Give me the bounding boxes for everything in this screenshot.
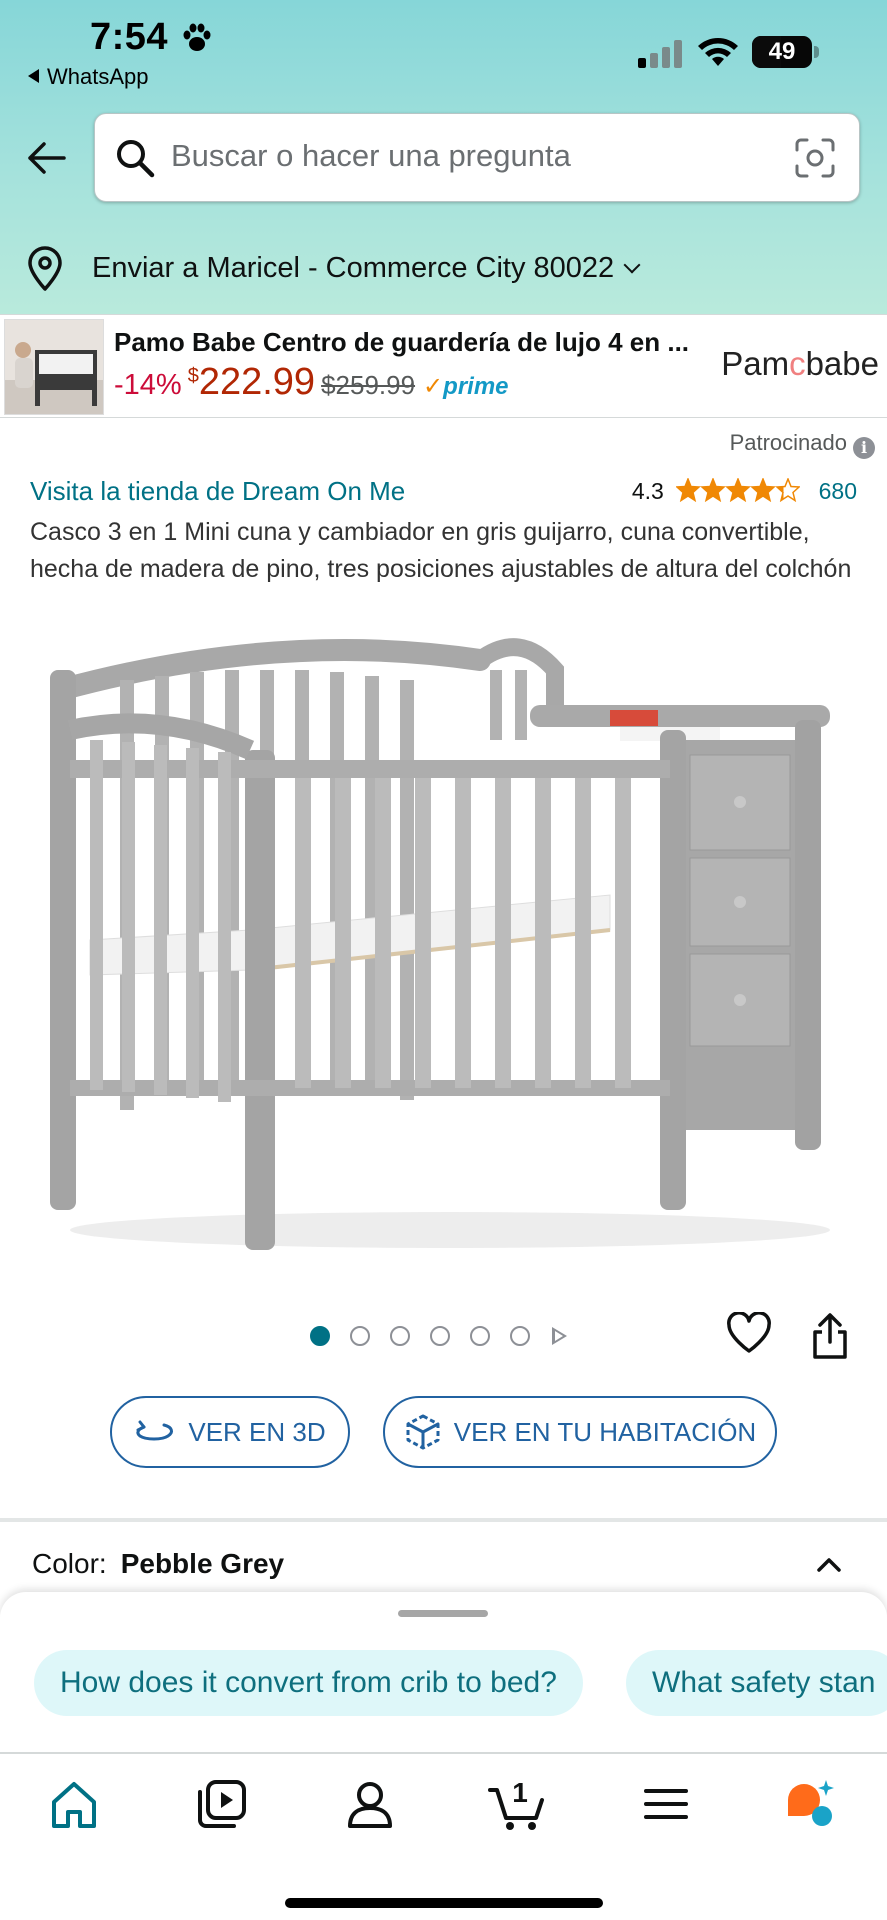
suggestion-chip[interactable]: How does it convert from crib to bed? [34, 1650, 583, 1716]
color-selector[interactable]: Color: Pebble Grey [32, 1548, 284, 1580]
signal-icon [638, 40, 682, 68]
back-app-label: WhatsApp [47, 64, 149, 89]
pagination-dot[interactable] [310, 1326, 330, 1346]
color-label: Color: [32, 1548, 107, 1579]
heart-icon[interactable] [726, 1312, 772, 1354]
status-bar: 7:54 WhatsApp 49 [0, 0, 887, 100]
bottom-tab-bar: 1 [0, 1752, 887, 1920]
ad-price: 222.99 [198, 361, 316, 403]
ad-product-illustration [5, 320, 103, 414]
ad-price-line: -14% $222.99 $259.99 ✓prime [114, 361, 509, 404]
account-icon[interactable] [342, 1776, 398, 1832]
home-icon[interactable] [46, 1776, 102, 1832]
battery-body: 49 [752, 36, 812, 68]
menu-icon[interactable] [638, 1776, 694, 1832]
sponsored-ad-banner[interactable]: Pamo Babe Centro de guardería de lujo 4 … [0, 314, 887, 418]
sponsored-label[interactable]: Patrocinado i [730, 430, 875, 459]
view-in-room-label: VER EN TU HABITACIÓN [453, 1416, 757, 1447]
delivery-text: Enviar a Maricel - Commerce City 80022 [92, 252, 615, 284]
prime-label: prime [443, 373, 509, 400]
wifi-icon [698, 38, 738, 66]
view-3d-label: VER EN 3D [188, 1416, 326, 1447]
search-icon [117, 140, 155, 178]
cart-count: 1 [512, 1777, 528, 1808]
battery-tip [814, 46, 819, 58]
ar-cube-icon [406, 1414, 440, 1450]
back-arrow-icon[interactable] [24, 136, 68, 180]
chevron-up-icon[interactable] [816, 1552, 842, 1578]
suggestion-chip[interactable]: What safety stan [626, 1650, 887, 1716]
prime-check-icon: ✓ [423, 373, 444, 400]
video-icon[interactable] [194, 1776, 250, 1832]
chevron-down-icon [623, 256, 641, 274]
star-rating-icon [676, 478, 800, 502]
ad-title: Pamo Babe Centro de guardería de lujo 4 … [114, 327, 690, 357]
rating-summary[interactable]: 4.3 680 [632, 478, 857, 505]
search-placeholder: Buscar o hacer una pregunta [171, 138, 571, 173]
home-indicator [285, 1898, 603, 1908]
delivery-location[interactable]: Enviar a Maricel - Commerce City 80022 [0, 228, 887, 308]
ad-discount: -14% [114, 369, 182, 401]
pagination-dot[interactable] [390, 1326, 410, 1346]
status-time: 7:54 [90, 16, 169, 58]
ad-brand-logo: Pamcbabe [721, 345, 879, 382]
product-title: Casco 3 en 1 Mini cuna y cambiador en gr… [30, 518, 852, 583]
location-pin-icon [28, 246, 62, 291]
pagination-dot[interactable] [350, 1326, 370, 1346]
suggestions-sheet: How does it convert from crib to bed? Wh… [0, 1592, 887, 1752]
delivery-text-wrap: Enviar a Maricel - Commerce City 80022 [92, 252, 641, 285]
rufus-assistant-icon[interactable] [782, 1776, 838, 1832]
prime-badge: ✓prime [423, 373, 508, 400]
rotate-3d-icon [136, 1420, 174, 1441]
pagination-dot[interactable] [470, 1326, 490, 1346]
review-count: 680 [818, 478, 857, 504]
pagination-dot[interactable] [430, 1326, 450, 1346]
share-icon[interactable] [810, 1312, 850, 1360]
store-link[interactable]: Visita la tienda de Dream On Me [30, 476, 405, 507]
section-divider [0, 1518, 887, 1522]
ad-product-image [4, 319, 104, 415]
back-to-app-link[interactable]: WhatsApp [28, 64, 149, 90]
ad-currency: $ [187, 365, 199, 387]
info-icon: i [853, 437, 875, 459]
battery-indicator: 49 [752, 36, 822, 68]
back-triangle-icon [28, 69, 39, 83]
sheet-grabber[interactable] [398, 1610, 488, 1617]
ad-list-price: $259.99 [321, 370, 416, 400]
view-in-room-button[interactable]: VER EN TU HABITACIÓN [383, 1396, 777, 1468]
paw-icon [183, 23, 211, 51]
pagination-dot[interactable] [510, 1326, 530, 1346]
battery-level: 49 [768, 38, 796, 65]
color-value: Pebble Grey [120, 1548, 285, 1579]
video-play-icon[interactable] [552, 1327, 567, 1345]
product-image[interactable] [50, 630, 840, 1270]
camera-search-icon[interactable] [793, 136, 837, 180]
search-input[interactable]: Buscar o hacer una pregunta [94, 113, 860, 202]
cart-icon[interactable]: 1 [488, 1776, 548, 1832]
view-3d-button[interactable]: VER EN 3D [110, 1396, 350, 1468]
sponsored-text: Patrocinado [729, 430, 847, 455]
rating-value: 4.3 [631, 478, 664, 504]
